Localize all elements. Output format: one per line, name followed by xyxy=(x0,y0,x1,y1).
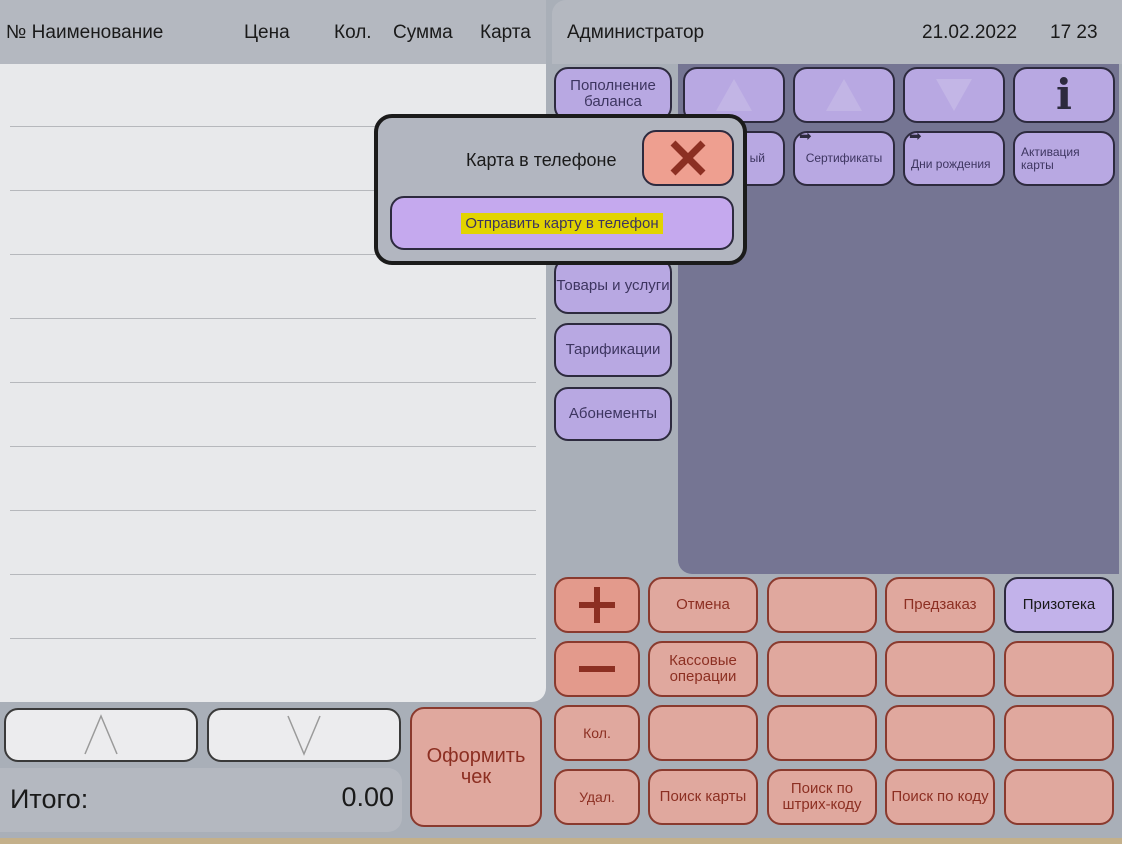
empty-action-button[interactable] xyxy=(885,705,995,761)
chevron-down-icon xyxy=(936,79,972,111)
search-card-button[interactable]: Поиск карты xyxy=(648,769,758,825)
prizoteka-button[interactable]: Призотека xyxy=(1004,577,1114,633)
qty-label: Кол. xyxy=(583,724,611,741)
empty-action-button[interactable] xyxy=(648,705,758,761)
grid-scroll-down-button[interactable] xyxy=(903,67,1005,123)
chevron-up-icon xyxy=(84,714,118,755)
empty-action-button[interactable] xyxy=(1004,769,1114,825)
arrow-right-icon: ➡ xyxy=(799,128,812,145)
bottom-strip xyxy=(0,838,1122,844)
grid-item-card-activation[interactable]: Активация карты xyxy=(1013,131,1115,186)
send-card-to-phone-label: Отправить карту в телефон xyxy=(461,212,663,234)
grid-scroll-up-button[interactable] xyxy=(793,67,895,123)
receipt-scroll-down-button[interactable] xyxy=(207,708,401,762)
chevron-up-icon xyxy=(716,79,752,111)
empty-action-button[interactable] xyxy=(767,641,877,697)
cash-operations-button[interactable]: Кассовые операции xyxy=(648,641,758,697)
receipt-row-divider xyxy=(10,382,536,383)
total-bar: Итого: 0.00 xyxy=(0,768,402,832)
card-in-phone-dialog: Карта в телефоне Отправить карту в телеф… xyxy=(374,114,747,265)
total-label: Итого: xyxy=(10,784,89,814)
subscriptions-button[interactable]: Абонементы xyxy=(554,387,672,441)
top-bar: Администратор 21.02.2022 17 23 xyxy=(552,0,1122,64)
column-qty: Кол. xyxy=(334,22,372,43)
plus-button[interactable] xyxy=(554,577,640,633)
empty-action-button[interactable] xyxy=(885,641,995,697)
total-value: 0.00 xyxy=(341,782,394,812)
minus-button[interactable] xyxy=(554,641,640,697)
tariffs-label: Тарификации xyxy=(565,341,661,359)
topup-balance-label: Пополнение баланса xyxy=(570,77,656,110)
delete-button[interactable]: Удал. xyxy=(554,769,640,825)
grid-item-birthdays-label: Дни рождения xyxy=(911,157,991,172)
qty-button[interactable]: Кол. xyxy=(554,705,640,761)
search-card-label: Поиск карты xyxy=(659,788,747,806)
search-code-button[interactable]: Поиск по коду xyxy=(885,769,995,825)
column-number-name: № Наименование xyxy=(6,22,164,43)
preorder-label: Предзаказ xyxy=(903,596,977,614)
empty-action-button[interactable] xyxy=(1004,641,1114,697)
empty-action-button[interactable] xyxy=(767,705,877,761)
receipt-row-divider xyxy=(10,446,536,447)
close-icon xyxy=(670,140,706,176)
receipt-row-divider xyxy=(10,510,536,511)
grid-item-card-activation-label: Активация карты xyxy=(1021,144,1080,172)
search-barcode-button[interactable]: Поиск по штрих-коду xyxy=(767,769,877,825)
minus-icon xyxy=(579,666,615,672)
prizoteka-label: Призотека xyxy=(1022,596,1096,614)
info-icon: i xyxy=(1056,69,1072,119)
close-button[interactable] xyxy=(642,130,734,186)
dialog-title: Карта в телефоне xyxy=(466,150,617,170)
subscriptions-label: Абонементы xyxy=(568,405,658,423)
receipt-row-divider xyxy=(10,574,536,575)
goods-services-label: Товары и услуги xyxy=(556,277,670,295)
receipt-scroll-up-button[interactable] xyxy=(4,708,198,762)
column-sum: Сумма xyxy=(393,22,453,43)
delete-label: Удал. xyxy=(579,788,615,805)
search-code-label: Поиск по коду xyxy=(891,788,989,806)
search-barcode-label: Поиск по штрих-коду xyxy=(782,780,862,813)
date: 21.02.2022 xyxy=(922,22,1018,43)
plus-icon xyxy=(579,587,615,623)
cash-operations-label: Кассовые операции xyxy=(669,652,737,685)
checkout-label: Оформить чек xyxy=(426,745,526,788)
preorder-button[interactable]: Предзаказ xyxy=(885,577,995,633)
info-button[interactable]: i xyxy=(1013,67,1115,123)
grid-item-certificates[interactable]: ➡ Сертификаты xyxy=(793,128,895,186)
empty-action-button[interactable] xyxy=(767,577,877,633)
chevron-up-icon xyxy=(826,79,862,111)
tariffs-button[interactable]: Тарификации xyxy=(554,323,672,377)
user-name: Администратор xyxy=(567,22,705,43)
time: 17 23 xyxy=(1050,22,1098,43)
arrow-right-icon: ➡ xyxy=(909,128,922,145)
column-card: Карта xyxy=(480,22,531,43)
cancel-button[interactable]: Отмена xyxy=(648,577,758,633)
chevron-down-icon xyxy=(287,715,321,756)
goods-services-button[interactable]: Товары и услуги xyxy=(554,258,672,314)
grid-item-birthdays[interactable]: ➡ Дни рождения xyxy=(903,128,1005,186)
empty-action-button[interactable] xyxy=(1004,705,1114,761)
send-card-to-phone-button[interactable]: Отправить карту в телефон xyxy=(390,196,734,250)
receipt-row-divider xyxy=(10,638,536,639)
receipt-header: № Наименование Цена Кол. Сумма Карта xyxy=(0,0,546,64)
receipt-row-divider xyxy=(10,318,536,319)
column-price: Цена xyxy=(244,22,290,43)
topup-balance-button[interactable]: Пополнение баланса xyxy=(554,67,672,121)
cancel-label: Отмена xyxy=(676,596,730,614)
checkout-button[interactable]: Оформить чек xyxy=(410,707,542,827)
grid-item-partial-label: ый xyxy=(749,151,765,166)
grid-item-certificates-label: Сертификаты xyxy=(805,151,883,166)
